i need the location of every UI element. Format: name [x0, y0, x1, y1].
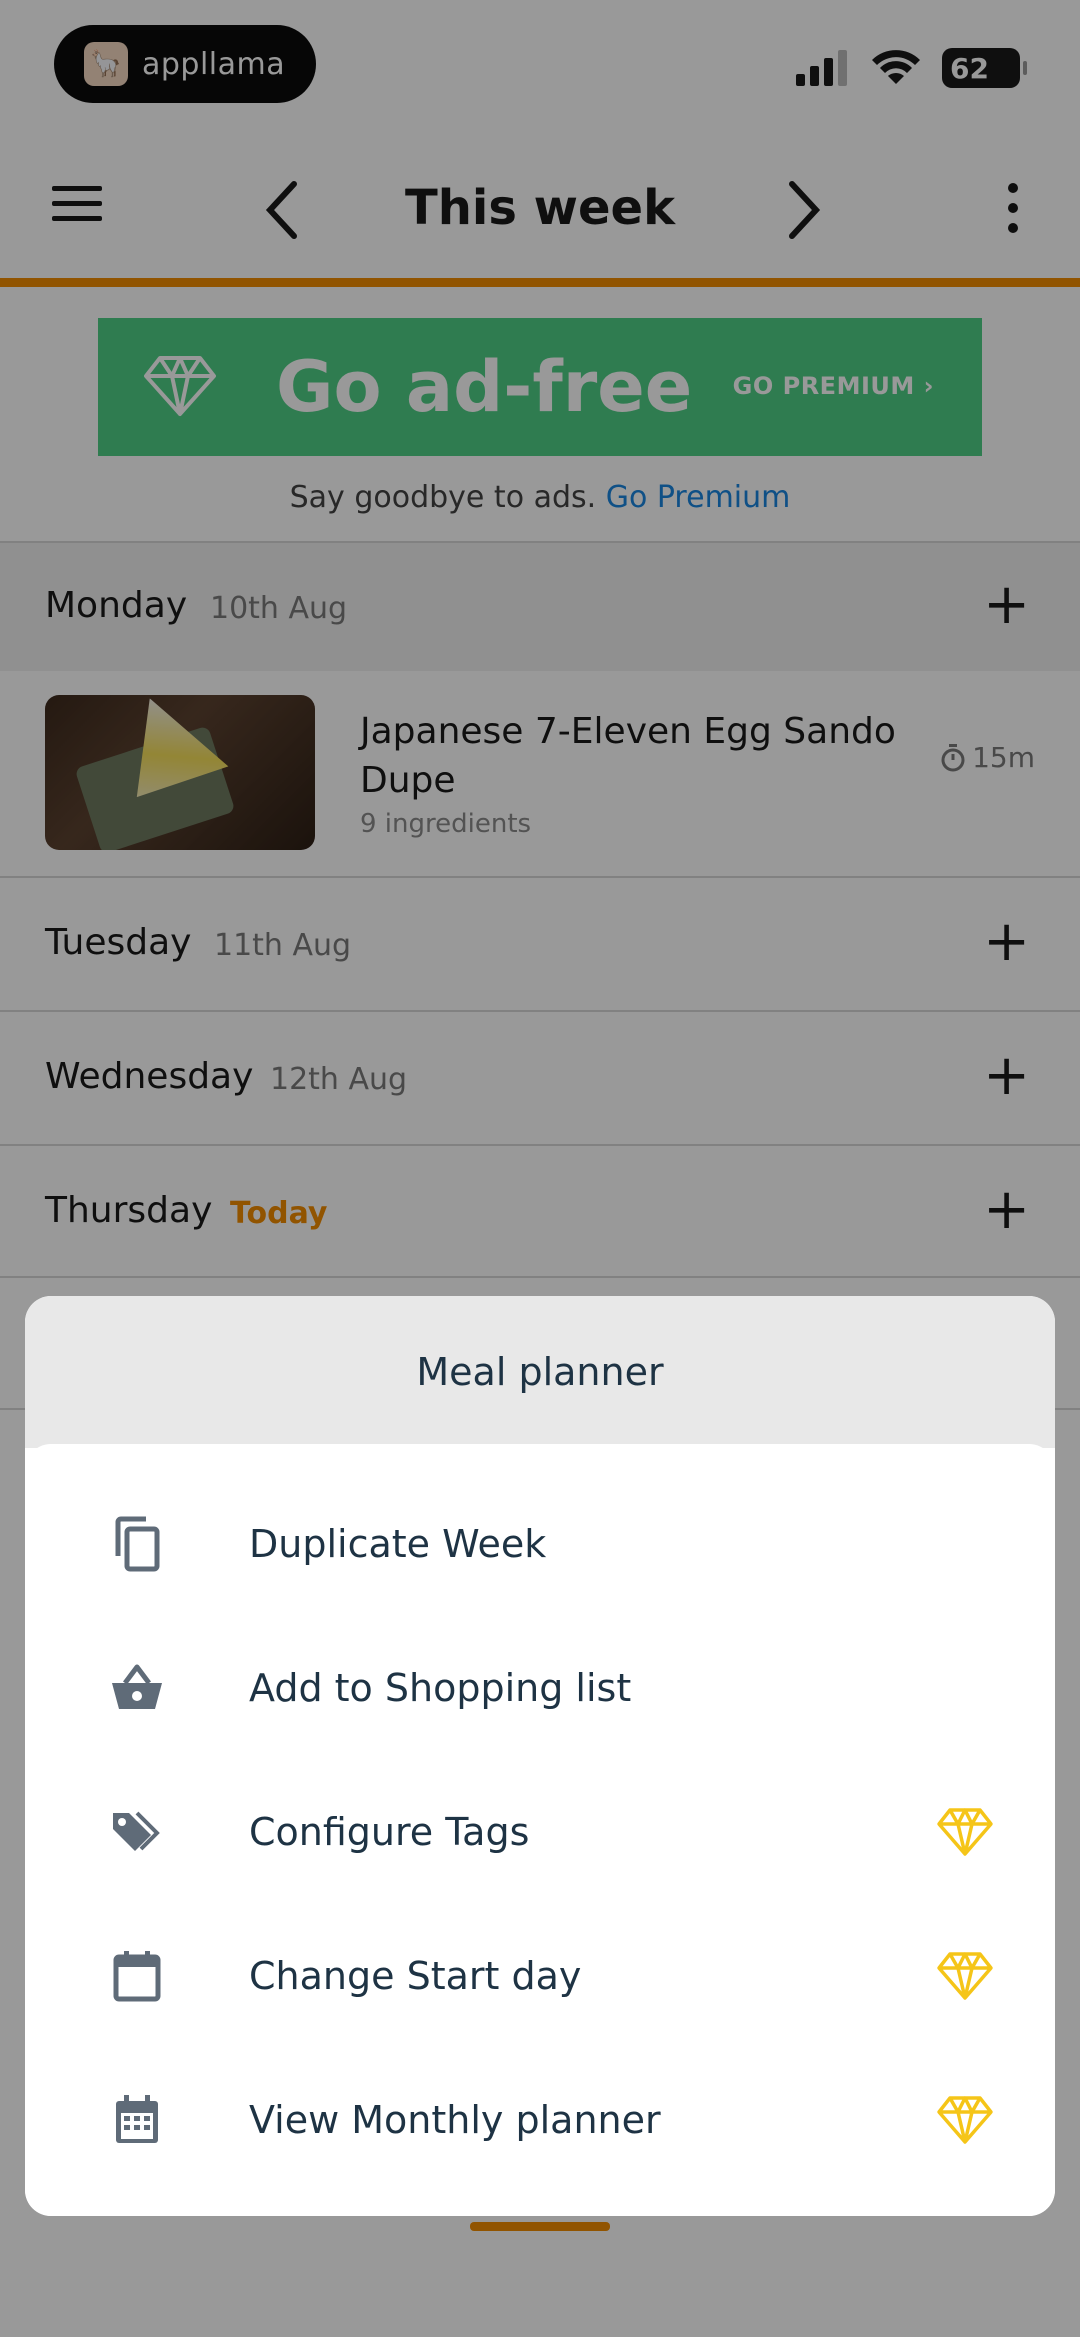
premium-diamond-icon — [935, 2090, 995, 2150]
premium-diamond-icon — [935, 1802, 995, 1862]
sheet-title: Meal planner — [25, 1296, 1055, 1448]
copy-icon — [107, 1514, 167, 1574]
menu-item-label: Configure Tags — [249, 1810, 530, 1854]
basket-icon — [107, 1658, 167, 1718]
tag-icon — [107, 1802, 167, 1862]
menu-item-configure-tags[interactable]: Configure Tags — [25, 1760, 1055, 1904]
menu-item-change-start-day[interactable]: Change Start day — [25, 1904, 1055, 2048]
premium-diamond-icon — [935, 1946, 995, 2006]
menu-item-duplicate-week[interactable]: Duplicate Week — [25, 1472, 1055, 1616]
calendar-month-icon — [107, 2090, 167, 2150]
menu-item-label: View Monthly planner — [249, 2098, 661, 2142]
menu-item-label: Add to Shopping list — [249, 1666, 632, 1710]
sheet-menu: Duplicate Week Add to Shopping list Conf… — [25, 1444, 1055, 2216]
menu-item-view-monthly-planner[interactable]: View Monthly planner — [25, 2048, 1055, 2192]
menu-item-label: Duplicate Week — [249, 1522, 547, 1566]
menu-item-label: Change Start day — [249, 1954, 582, 1998]
meal-planner-sheet: Meal planner Duplicate Week Add to Shopp… — [25, 1296, 1055, 2216]
menu-item-add-to-shopping-list[interactable]: Add to Shopping list — [25, 1616, 1055, 1760]
calendar-icon — [107, 1946, 167, 2006]
